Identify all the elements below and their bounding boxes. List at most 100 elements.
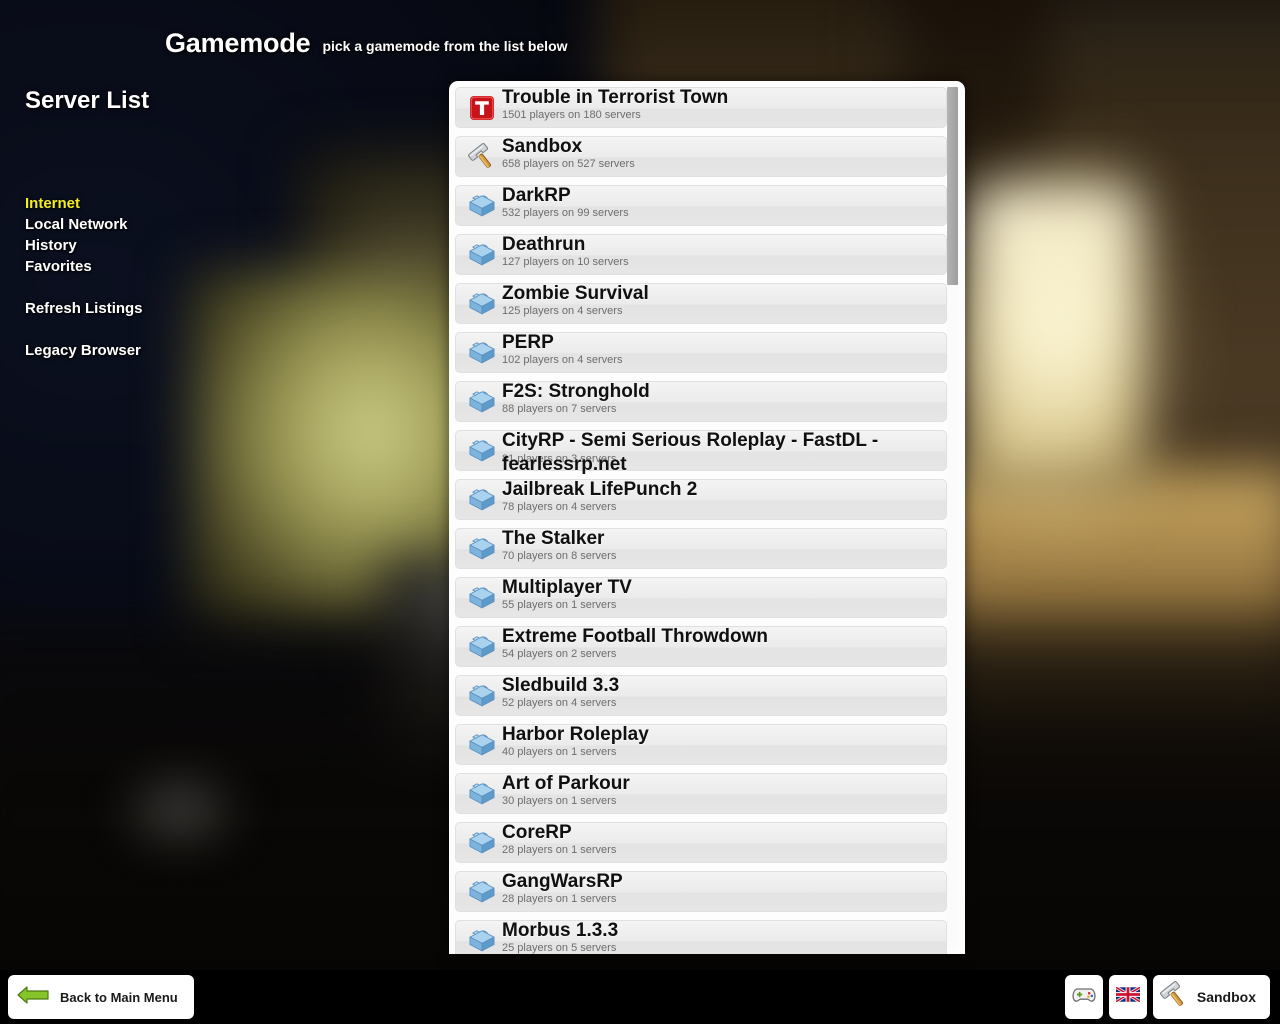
gamemode-name: GangWarsRP <box>502 870 942 894</box>
gamemode-row[interactable]: GangWarsRP28 players on 1 servers <box>455 871 947 912</box>
bottom-bar: Back to Main Menu <box>0 970 1280 1024</box>
back-to-main-menu-label: Back to Main Menu <box>60 990 178 1005</box>
gamemode-row[interactable]: Extreme Football Throwdown54 players on … <box>455 626 947 667</box>
gamemode-row[interactable]: Multiplayer TV55 players on 1 servers <box>455 577 947 618</box>
gamemode-row-text: Sandbox658 players on 527 servers <box>502 135 942 171</box>
gamemode-row[interactable]: F2S: Stronghold88 players on 7 servers <box>455 381 947 422</box>
gamemode-row-text: Morbus 1.3.325 players on 5 servers <box>502 919 942 954</box>
brick-icon <box>465 777 499 811</box>
sidebar-item-history[interactable]: History <box>25 235 77 256</box>
gamemode-name: Sledbuild 3.3 <box>502 674 942 698</box>
gamemode-name: CityRP - Semi Serious Roleplay - FastDL … <box>502 429 942 477</box>
gamemode-name: F2S: Stronghold <box>502 380 942 404</box>
gamemode-row[interactable]: Deathrun127 players on 10 servers <box>455 234 947 275</box>
gamemode-player-count: 125 players on 4 servers <box>502 305 942 318</box>
gamemode-row[interactable]: CityRP - Semi Serious Roleplay - FastDL … <box>455 430 947 471</box>
gamemode-row-text: The Stalker70 players on 8 servers <box>502 527 942 563</box>
sidebar-item-local-network[interactable]: Local Network <box>25 214 128 235</box>
gamemode-name: Trouble in Terrorist Town <box>502 87 942 110</box>
gamemode-name: PERP <box>502 331 942 355</box>
brick-icon <box>465 679 499 713</box>
gamemode-row[interactable]: Jailbreak LifePunch 278 players on 4 ser… <box>455 479 947 520</box>
gamemode-player-count: 52 players on 4 servers <box>502 697 942 710</box>
gamemode-name: The Stalker <box>502 527 942 551</box>
left-arrow-icon <box>16 986 50 1009</box>
gamemode-row-text: Jailbreak LifePunch 278 players on 4 ser… <box>502 478 942 514</box>
current-gamemode-button[interactable]: Sandbox <box>1153 975 1270 1019</box>
gamemode-player-count: 55 players on 1 servers <box>502 599 942 612</box>
gamemode-row[interactable]: Sandbox658 players on 527 servers <box>455 136 947 177</box>
sidebar-item-internet[interactable]: Internet <box>25 193 80 214</box>
gamepad-icon <box>1072 986 1096 1009</box>
gamemode-player-count: 127 players on 10 servers <box>502 256 942 269</box>
gamemode-player-count: 102 players on 4 servers <box>502 354 942 367</box>
brick-icon <box>465 385 499 419</box>
gamemode-row-text: F2S: Stronghold88 players on 7 servers <box>502 380 942 416</box>
gamemode-name: CoreRP <box>502 821 942 845</box>
gamemode-row-text: Harbor Roleplay40 players on 1 servers <box>502 723 942 759</box>
gamemode-player-count: 40 players on 1 servers <box>502 746 942 759</box>
gamemode-row-text: GangWarsRP28 players on 1 servers <box>502 870 942 906</box>
background-highlight-speck <box>120 780 240 840</box>
gamemode-row-text: Zombie Survival125 players on 4 servers <box>502 282 942 318</box>
gamemode-name: Harbor Roleplay <box>502 723 942 747</box>
gamemode-row[interactable]: Sledbuild 3.352 players on 4 servers <box>455 675 947 716</box>
gamemode-row[interactable]: Art of Parkour30 players on 1 servers <box>455 773 947 814</box>
current-gamemode-label: Sandbox <box>1197 989 1256 1005</box>
brick-icon <box>465 434 499 468</box>
gamemode-player-count: 658 players on 527 servers <box>502 158 942 171</box>
brick-icon <box>465 189 499 223</box>
ttt-icon <box>465 91 499 125</box>
gamemode-row-text: Extreme Football Throwdown54 players on … <box>502 625 942 661</box>
gamemode-player-count: 78 players on 4 servers <box>502 501 942 514</box>
gamemode-player-count: 25 players on 5 servers <box>502 942 942 954</box>
gamemode-row[interactable]: DarkRP532 players on 99 servers <box>455 185 947 226</box>
list-scrollbar-track[interactable] <box>947 87 958 948</box>
gamemode-name: Jailbreak LifePunch 2 <box>502 478 942 502</box>
hammer-icon <box>1159 980 1189 1015</box>
gamemode-row[interactable]: PERP102 players on 4 servers <box>455 332 947 373</box>
brick-icon <box>465 483 499 517</box>
language-button[interactable] <box>1109 975 1147 1019</box>
gamemode-name: DarkRP <box>502 184 942 208</box>
uk-flag-icon <box>1116 987 1140 1007</box>
sidebar-action-legacy-browser[interactable]: Legacy Browser <box>25 340 141 361</box>
gamemode-name: Art of Parkour <box>502 772 942 796</box>
gamemode-row[interactable]: The Stalker70 players on 8 servers <box>455 528 947 569</box>
brick-icon <box>465 924 499 954</box>
gamemode-row[interactable]: Harbor Roleplay40 players on 1 servers <box>455 724 947 765</box>
gamemode-row-text: DarkRP532 players on 99 servers <box>502 184 942 220</box>
sidebar-action-refresh-listings[interactable]: Refresh Listings <box>25 298 143 319</box>
gamemode-player-count: 1501 players on 180 servers <box>502 109 942 122</box>
sidebar-item-favorites[interactable]: Favorites <box>25 256 92 277</box>
gamemode-row-text: CoreRP28 players on 1 servers <box>502 821 942 857</box>
brick-icon <box>465 581 499 615</box>
sidebar: Server List InternetLocal NetworkHistory… <box>25 86 355 382</box>
list-scrollbar-thumb[interactable] <box>947 87 958 285</box>
brick-icon <box>465 287 499 321</box>
sidebar-nav: InternetLocal NetworkHistoryFavorites <box>25 193 355 277</box>
gamemode-player-count: 88 players on 7 servers <box>502 403 942 416</box>
gamemode-row-text: Art of Parkour30 players on 1 servers <box>502 772 942 808</box>
gamemode-row[interactable]: Morbus 1.3.325 players on 5 servers <box>455 920 947 954</box>
sidebar-title: Server List <box>25 86 355 116</box>
brick-icon <box>465 728 499 762</box>
gamemode-player-count: 70 players on 8 servers <box>502 550 942 563</box>
brick-icon <box>465 826 499 860</box>
gamemode-row[interactable]: Trouble in Terrorist Town1501 players on… <box>455 87 947 128</box>
gamemode-row-text: Sledbuild 3.352 players on 4 servers <box>502 674 942 710</box>
brick-icon <box>465 336 499 370</box>
gamemode-player-count: 54 players on 2 servers <box>502 648 942 661</box>
back-to-main-menu-button[interactable]: Back to Main Menu <box>8 975 194 1019</box>
controller-settings-button[interactable] <box>1065 975 1103 1019</box>
gamemode-player-count: 28 players on 1 servers <box>502 893 942 906</box>
gamemode-list-panel: Trouble in Terrorist Town1501 players on… <box>449 81 965 954</box>
gamemode-row[interactable]: Zombie Survival125 players on 4 servers <box>455 283 947 324</box>
gamemode-row[interactable]: CoreRP28 players on 1 servers <box>455 822 947 863</box>
gamemode-row-text: PERP102 players on 4 servers <box>502 331 942 367</box>
gamemode-name: Deathrun <box>502 233 942 257</box>
gamemode-row-text: Trouble in Terrorist Town1501 players on… <box>502 87 942 122</box>
brick-icon <box>465 532 499 566</box>
gamemode-row-text: Deathrun127 players on 10 servers <box>502 233 942 269</box>
gamemode-list-scroll-area[interactable]: Trouble in Terrorist Town1501 players on… <box>455 87 965 954</box>
